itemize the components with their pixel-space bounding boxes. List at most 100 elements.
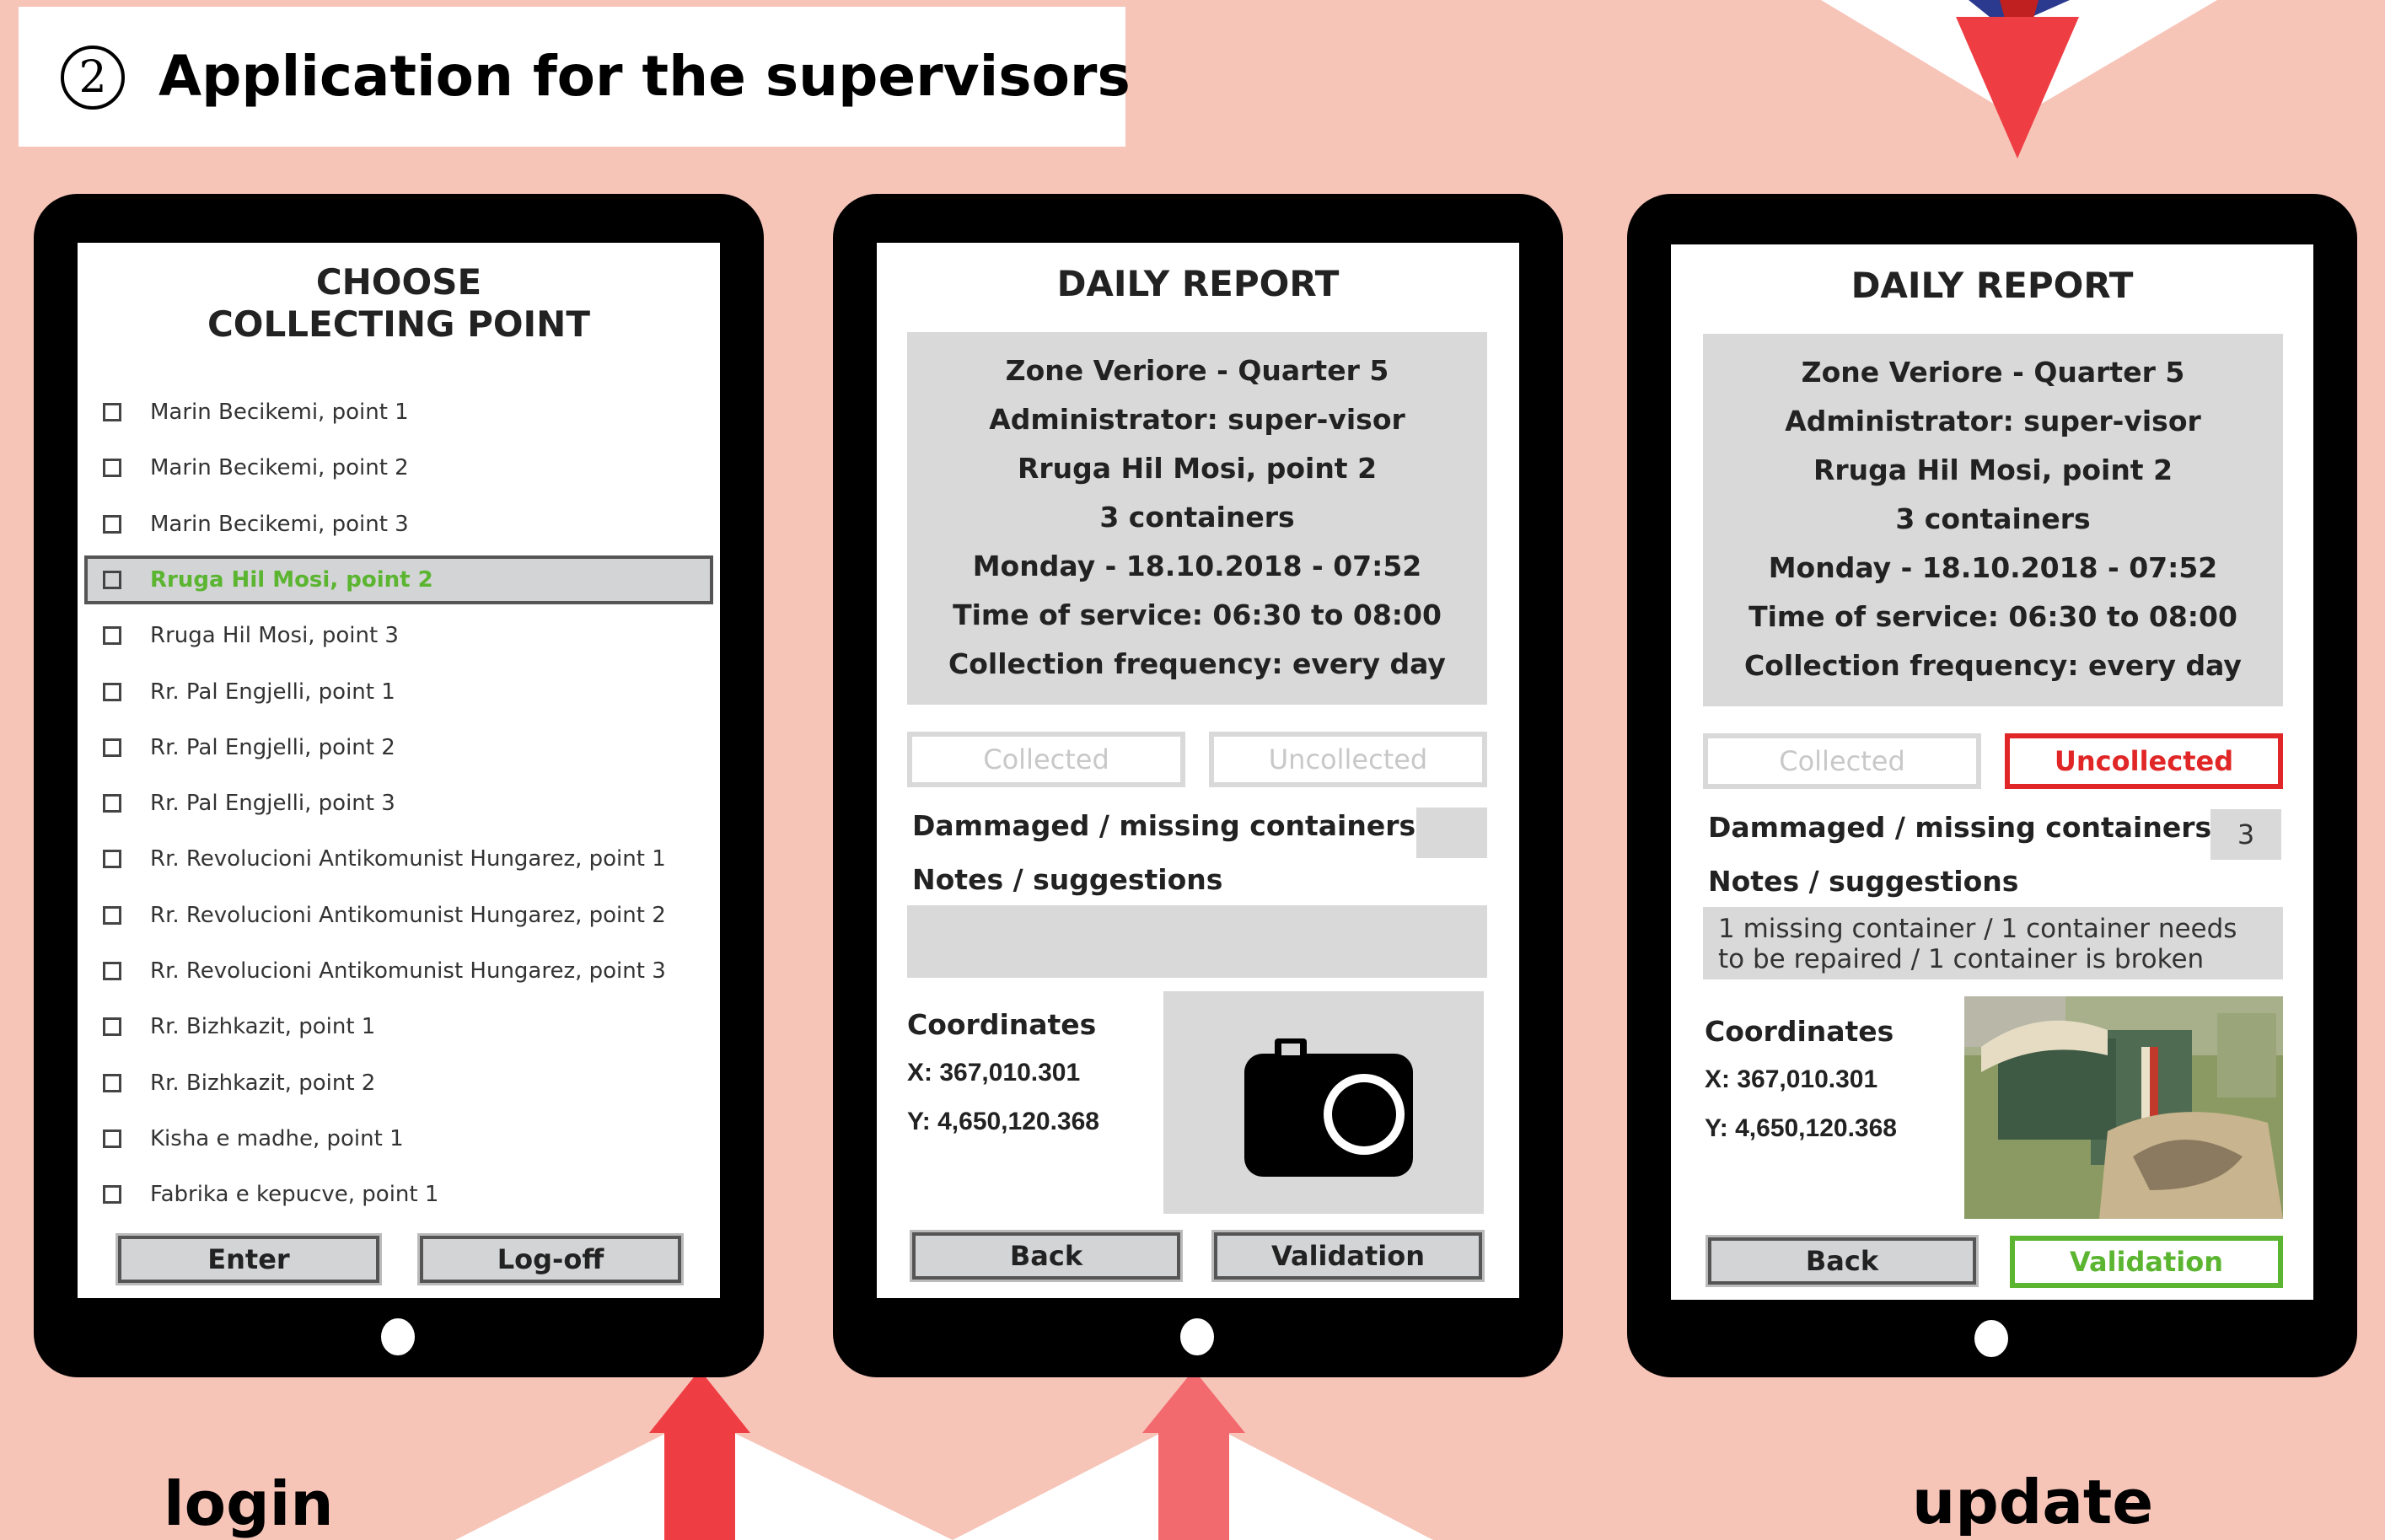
- checkbox[interactable]: [103, 1017, 121, 1037]
- logoff-button[interactable]: Log-off: [420, 1236, 681, 1283]
- screen-title: DAILY REPORT: [1851, 265, 2134, 306]
- info-zone: Zone Veriore - Quarter 5: [1005, 354, 1389, 387]
- report-info-box: Zone Veriore - Quarter 5 Administrator: …: [907, 332, 1487, 705]
- coordinate-x: X: 367,010.301: [907, 1059, 1081, 1087]
- list-item[interactable]: Kisha e madhe, point 1: [103, 1114, 712, 1163]
- back-button[interactable]: Back: [912, 1232, 1180, 1280]
- point-label: Rr. Revolucioni Antikomunist Hungarez, p…: [150, 902, 666, 928]
- info-date: Monday - 18.10.2018 - 07:52: [1768, 551, 2218, 584]
- checkbox[interactable]: [103, 403, 121, 421]
- list-item[interactable]: Fabrika e kepucve, point 1: [103, 1170, 712, 1219]
- checkbox[interactable]: [103, 1185, 121, 1205]
- point-label: Marin Becikemi, point 1: [150, 400, 409, 425]
- point-label: Rr. Pal Engjelli, point 2: [150, 734, 395, 760]
- home-button[interactable]: [1974, 1320, 2008, 1357]
- page-title: Application for the supervisors: [158, 44, 1131, 109]
- notes-label: Notes / suggestions: [1708, 865, 2019, 898]
- uncollected-toggle[interactable]: Uncollected: [2005, 733, 2283, 789]
- back-button[interactable]: Back: [1708, 1237, 1976, 1285]
- list-item[interactable]: Rr. Bizhkazit, point 2: [103, 1059, 712, 1108]
- point-label: Marin Becikemi, point 3: [150, 511, 409, 537]
- info-containers: 3 containers: [1895, 502, 2091, 535]
- notes-input[interactable]: 1 missing container / 1 container needs …: [1703, 907, 2283, 979]
- screen-title-line2: COLLECTING POINT: [207, 303, 590, 345]
- point-label: Marin Becikemi, point 2: [150, 455, 409, 481]
- uncollected-toggle[interactable]: Uncollected: [1209, 732, 1487, 787]
- notes-input[interactable]: [907, 905, 1487, 978]
- list-item[interactable]: Rr. Bizhkazit, point 1: [103, 1002, 712, 1051]
- info-date: Monday - 18.10.2018 - 07:52: [972, 550, 1422, 582]
- checkbox[interactable]: [103, 738, 121, 757]
- damaged-containers-input[interactable]: [1416, 808, 1487, 858]
- list-item[interactable]: Marin Becikemi, point 3: [103, 500, 712, 549]
- photo-placeholder[interactable]: [1163, 991, 1484, 1214]
- photo-image: [1964, 996, 2283, 1219]
- checkbox[interactable]: [103, 459, 121, 478]
- list-item[interactable]: Rr. Pal Engjelli, point 3: [103, 779, 712, 828]
- checkbox[interactable]: [103, 1073, 121, 1092]
- info-administrator: Administrator: super-visor: [989, 403, 1405, 436]
- camera-icon: [1244, 1038, 1413, 1177]
- info-zone: Zone Veriore - Quarter 5: [1801, 356, 2185, 389]
- tablet-daily-report-filled: DAILY REPORT Zone Veriore - Quarter 5 Ad…: [1627, 194, 2357, 1377]
- checkbox[interactable]: [103, 570, 121, 589]
- update-label: update: [1912, 1467, 2154, 1537]
- list-item[interactable]: Rr. Pal Engjelli, point 2: [103, 723, 712, 772]
- checkbox[interactable]: [103, 1129, 121, 1148]
- point-label: Rr. Bizhkazit, point 1: [150, 1014, 376, 1040]
- checkbox[interactable]: [103, 794, 121, 813]
- point-label: Kisha e madhe, point 1: [150, 1125, 404, 1151]
- list-item[interactable]: Marin Becikemi, point 2: [103, 443, 712, 492]
- damaged-containers-label: Dammaged / missing containers: [1708, 811, 2212, 844]
- coordinate-y: Y: 4,650,120.368: [1705, 1114, 1897, 1142]
- home-button[interactable]: [1180, 1318, 1214, 1355]
- screen-daily-report-filled: DAILY REPORT Zone Veriore - Quarter 5 Ad…: [1671, 244, 2313, 1300]
- checkbox[interactable]: [103, 850, 121, 869]
- point-label: Rruga Hil Mosi, point 3: [150, 623, 399, 649]
- collected-toggle[interactable]: Collected: [1703, 733, 1981, 789]
- point-label: Rr. Revolucioni Antikomunist Hungarez, p…: [150, 846, 666, 872]
- container-photo[interactable]: [1964, 996, 2283, 1219]
- info-service-time: Time of service: 06:30 to 08:00: [1748, 600, 2237, 633]
- damaged-containers-label: Dammaged / missing containers: [912, 809, 1416, 842]
- damaged-containers-input[interactable]: 3: [2210, 809, 2281, 860]
- screen-title-line1: CHOOSE: [315, 261, 482, 303]
- notes-line2: to be repaired / 1 container is broken: [1718, 944, 2205, 974]
- point-label: Rr. Pal Engjelli, point 3: [150, 791, 395, 817]
- checkbox[interactable]: [103, 682, 121, 701]
- info-frequency: Collection frequency: every day: [948, 647, 1446, 680]
- list-item[interactable]: Rr. Revolucioni Antikomunist Hungarez, p…: [103, 891, 712, 940]
- list-item[interactable]: Rruga Hil Mosi, point 3: [103, 611, 712, 660]
- coordinate-y: Y: 4,650,120.368: [907, 1108, 1099, 1135]
- checkbox[interactable]: [103, 626, 121, 646]
- collected-toggle[interactable]: Collected: [907, 732, 1185, 787]
- checkbox[interactable]: [103, 962, 121, 980]
- list-item[interactable]: Rr. Pal Engjelli, point 1: [103, 668, 712, 716]
- notes-label: Notes / suggestions: [912, 863, 1223, 896]
- coordinate-x: X: 367,010.301: [1705, 1065, 1878, 1093]
- list-item[interactable]: Rr. Revolucioni Antikomunist Hungarez, p…: [103, 834, 712, 883]
- point-label: Rr. Bizhkazit, point 2: [150, 1070, 376, 1096]
- info-point: Rruga Hil Mosi, point 2: [1813, 453, 2173, 486]
- checkbox[interactable]: [103, 514, 121, 534]
- point-label: Fabrika e kepucve, point 1: [150, 1182, 439, 1208]
- screen-title: DAILY REPORT: [1056, 263, 1340, 304]
- list-item[interactable]: Marin Becikemi, point 1: [103, 388, 712, 437]
- screen-choose-point: CHOOSE COLLECTING POINT Marin Becikemi, …: [78, 243, 720, 1298]
- info-administrator: Administrator: super-visor: [1785, 405, 2201, 437]
- list-item[interactable]: Rruga Hil Mosi, point 2: [84, 555, 713, 604]
- tablet-choose-point: CHOOSE COLLECTING POINT Marin Becikemi, …: [34, 194, 764, 1377]
- tablet-daily-report-empty: DAILY REPORT Zone Veriore - Quarter 5 Ad…: [833, 194, 1563, 1377]
- coordinates-label: Coordinates: [1705, 1015, 1894, 1048]
- home-button[interactable]: [381, 1318, 415, 1355]
- info-containers: 3 containers: [1099, 501, 1295, 534]
- screen-daily-report-empty: DAILY REPORT Zone Veriore - Quarter 5 Ad…: [877, 243, 1519, 1298]
- validation-button[interactable]: Validation: [1214, 1232, 1482, 1280]
- info-service-time: Time of service: 06:30 to 08:00: [953, 598, 1442, 631]
- point-label: Rr. Revolucioni Antikomunist Hungarez, p…: [150, 958, 666, 984]
- enter-button[interactable]: Enter: [118, 1236, 379, 1283]
- validation-button[interactable]: Validation: [2010, 1236, 2283, 1288]
- checkbox[interactable]: [103, 905, 121, 925]
- login-label: login: [164, 1468, 334, 1539]
- list-item[interactable]: Rr. Revolucioni Antikomunist Hungarez, p…: [103, 947, 712, 995]
